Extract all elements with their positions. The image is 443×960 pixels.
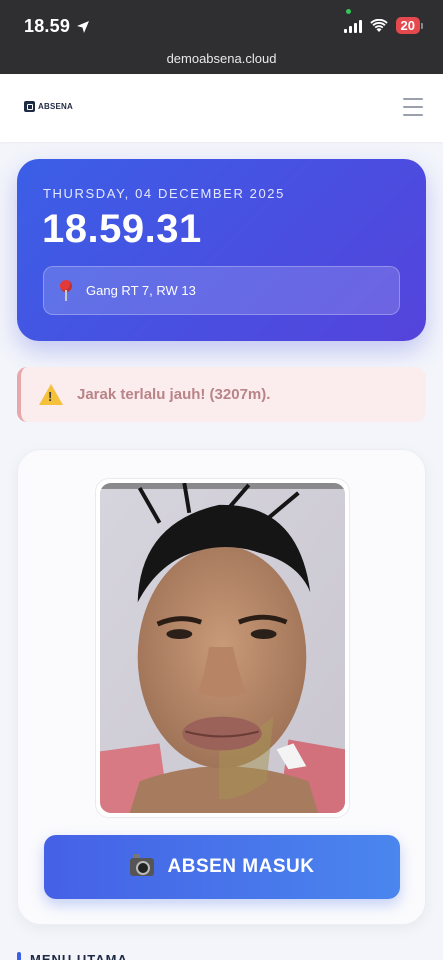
warning-icon bbox=[39, 384, 63, 405]
cellular-signal-icon bbox=[343, 8, 362, 33]
brand-logo-icon bbox=[24, 101, 35, 112]
hamburger-menu-icon[interactable] bbox=[403, 98, 423, 116]
app-header: ABSENA bbox=[0, 74, 443, 142]
camera-card: ABSEN MASUK bbox=[17, 449, 426, 925]
current-date: THURSDAY, 04 DECEMBER 2025 bbox=[43, 186, 285, 201]
status-bar: 18.59 20 demoabsena.cloud bbox=[0, 0, 443, 74]
location-text: Gang RT 7, RW 13 bbox=[86, 283, 196, 298]
map-pin-icon bbox=[58, 279, 74, 302]
absen-masuk-button[interactable]: ABSEN MASUK bbox=[44, 835, 400, 899]
wifi-icon bbox=[369, 18, 388, 32]
battery-level: 20 bbox=[400, 18, 415, 33]
status-time: 18.59 bbox=[24, 16, 90, 37]
selfie-photo bbox=[100, 483, 345, 813]
brand-name: ABSENA bbox=[38, 102, 73, 111]
browser-url[interactable]: demoabsena.cloud bbox=[0, 51, 443, 66]
brand-logo[interactable]: ABSENA bbox=[24, 101, 73, 112]
status-time-text: 18.59 bbox=[24, 16, 71, 36]
location-arrow-icon bbox=[77, 20, 90, 33]
time-card: THURSDAY, 04 DECEMBER 2025 18.59.31 Gang… bbox=[17, 159, 426, 341]
section-accent bbox=[17, 952, 21, 960]
camera-preview bbox=[95, 478, 350, 818]
section-title: MENU UTAMA bbox=[30, 952, 128, 960]
camera-icon bbox=[129, 854, 154, 876]
current-clock: 18.59.31 bbox=[42, 207, 202, 251]
alert-message: Jarak terlalu jauh! (3207m). bbox=[77, 386, 271, 403]
location-box: Gang RT 7, RW 13 bbox=[43, 266, 400, 315]
absen-masuk-label: ABSEN MASUK bbox=[167, 856, 315, 877]
battery-icon: 20 bbox=[395, 17, 423, 34]
distance-alert: Jarak terlalu jauh! (3207m). bbox=[17, 367, 426, 422]
